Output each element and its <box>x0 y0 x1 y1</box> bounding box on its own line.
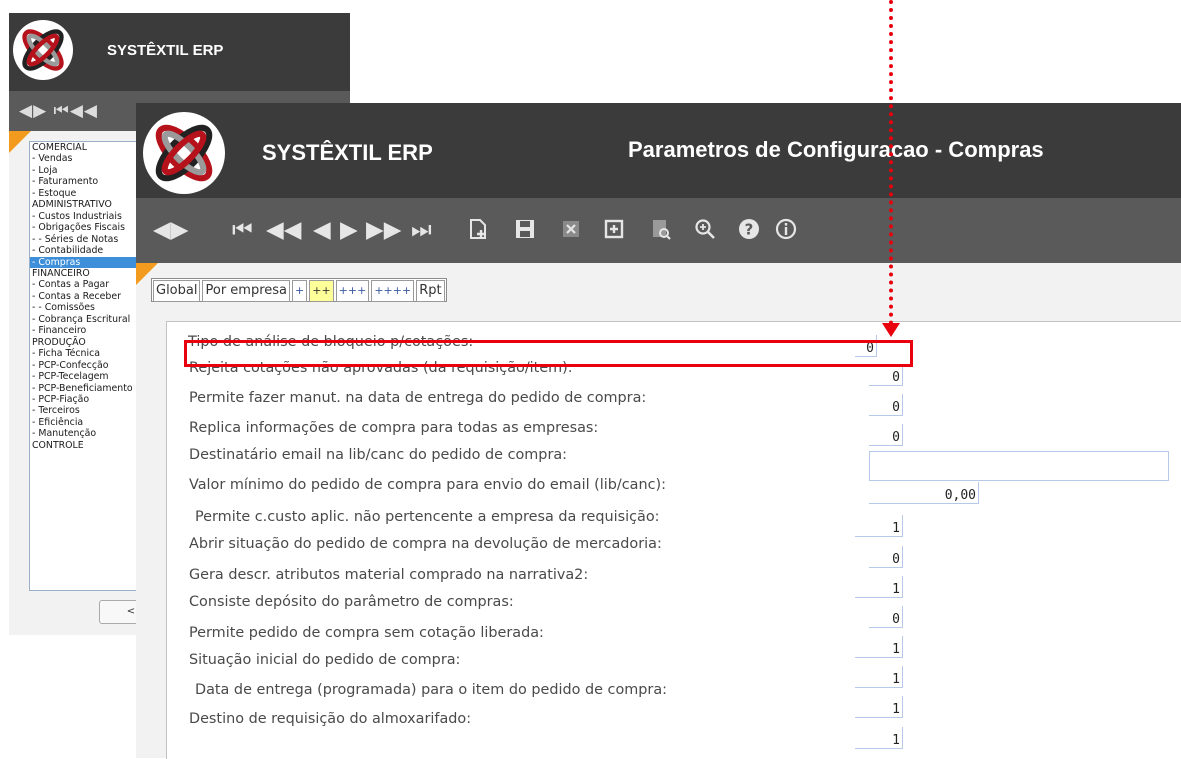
param-value-field[interactable]: 1 <box>855 696 903 718</box>
back-toolbar-nav-icon: ◀▶ ⏮◀◀ <box>19 101 98 121</box>
param-label: Valor mínimo do pedido de compra para en… <box>189 477 666 493</box>
tab-3[interactable]: + <box>292 280 308 302</box>
prev-record-icon[interactable]: ◀ <box>313 217 331 243</box>
param-value-field[interactable]: 0 <box>869 606 903 628</box>
param-label: Rejeita cotações não aprovadas (da requi… <box>189 360 573 376</box>
param-value-field[interactable]: 0 <box>869 364 903 386</box>
param-label: Permite c.custo aplic. não pertencente a… <box>195 509 660 525</box>
param-label: Gera descr. atributos material comprado … <box>189 567 589 583</box>
fast-forward-icon[interactable]: ▶▶ <box>366 217 401 243</box>
param-label: Data de entrega (programada) para o item… <box>195 682 667 698</box>
param-label: Abrir situação do pedido de compra na de… <box>189 536 662 552</box>
svg-text:?: ? <box>745 221 754 239</box>
main-content: Global Por empresa + ++ +++ ++++ Rpt Tipo de a… <box>136 263 1181 759</box>
tab-6[interactable]: ++++ <box>371 280 415 302</box>
corner-accent <box>9 131 31 153</box>
help-icon[interactable]: ? <box>737 217 761 247</box>
param-label: Permite pedido de compra sem cotação lib… <box>189 625 544 641</box>
tab-2[interactable]: Por empresa <box>202 280 291 302</box>
param-value-field[interactable]: 1 <box>855 636 903 658</box>
annotation-arrow-line <box>889 0 893 325</box>
param-label: Consiste depósito do parâmetro de compra… <box>189 594 514 610</box>
save-icon[interactable] <box>513 217 537 247</box>
main-window: SYSTÊXTIL ERP Parametros de Configuracao… <box>136 103 1181 759</box>
last-record-icon[interactable]: ⏭ <box>411 217 432 243</box>
app-title: SYSTÊXTIL ERP <box>107 42 224 59</box>
next-record-icon[interactable]: ▶ <box>340 217 358 243</box>
param-value-field[interactable]: 0 <box>869 546 903 568</box>
param-value-field[interactable]: 0 <box>869 424 903 446</box>
main-window-header: SYSTÊXTIL ERP Parametros de Configuracao… <box>136 103 1181 198</box>
systextil-logo-icon <box>143 112 225 194</box>
param-value-field[interactable]: 0 <box>869 394 903 416</box>
param-value-field[interactable]: 0,00 <box>869 482 979 504</box>
tab-7[interactable]: Rpt <box>416 280 445 302</box>
info-icon[interactable] <box>774 217 798 247</box>
param-label: Destino de requisição do almoxarifado: <box>189 711 472 727</box>
param-value-field[interactable]: 1 <box>855 727 903 749</box>
param-value-field[interactable]: 1 <box>855 515 903 537</box>
app-title: SYSTÊXTIL ERP <box>262 140 433 165</box>
param-label: Replica informações de compra para todas… <box>189 420 599 436</box>
param-value-field[interactable]: 0 <box>855 335 877 357</box>
add-icon[interactable] <box>602 217 626 247</box>
zoom-in-icon[interactable] <box>693 217 717 247</box>
tab-4[interactable]: ++ <box>309 280 334 302</box>
param-value-field[interactable]: 1 <box>855 576 903 598</box>
first-record-icon[interactable]: ⏮ <box>232 217 253 243</box>
param-value-field[interactable] <box>869 451 1169 481</box>
tab-1[interactable]: Global <box>153 280 201 302</box>
back-window-header: SYSTÊXTIL ERP <box>9 13 350 91</box>
param-label: Situação inicial do pedido de compra: <box>189 652 461 668</box>
page-title: Parametros de Configuracao - Compras <box>628 137 1044 162</box>
param-label: Permite fazer manut. na data de entrega … <box>189 390 647 406</box>
param-label: Destinatário email na lib/canc do pedido… <box>189 447 568 463</box>
parameters-panel: Tipo de análise de bloqueio p/cotações: 0… <box>166 321 1181 759</box>
systextil-logo-icon <box>13 20 73 80</box>
param-label: Tipo de análise de bloqueio p/cotações: <box>188 334 474 350</box>
main-toolbar: ◀▶ ⏮ ◀◀ ◀ ▶ ▶▶ ⏭ ? <box>136 198 1181 263</box>
search-doc-icon[interactable] <box>649 217 673 247</box>
tab-bar: Global Por empresa + ++ +++ ++++ Rpt <box>151 278 447 302</box>
nav-left-right-icon[interactable]: ◀▶ <box>153 217 188 243</box>
fast-rewind-icon[interactable]: ◀◀ <box>266 217 301 243</box>
annotation-arrow-head <box>882 323 900 337</box>
new-record-icon[interactable] <box>466 217 490 247</box>
tab-5[interactable]: +++ <box>335 280 370 302</box>
delete-icon[interactable] <box>559 217 583 247</box>
param-value-field[interactable]: 1 <box>855 666 903 688</box>
